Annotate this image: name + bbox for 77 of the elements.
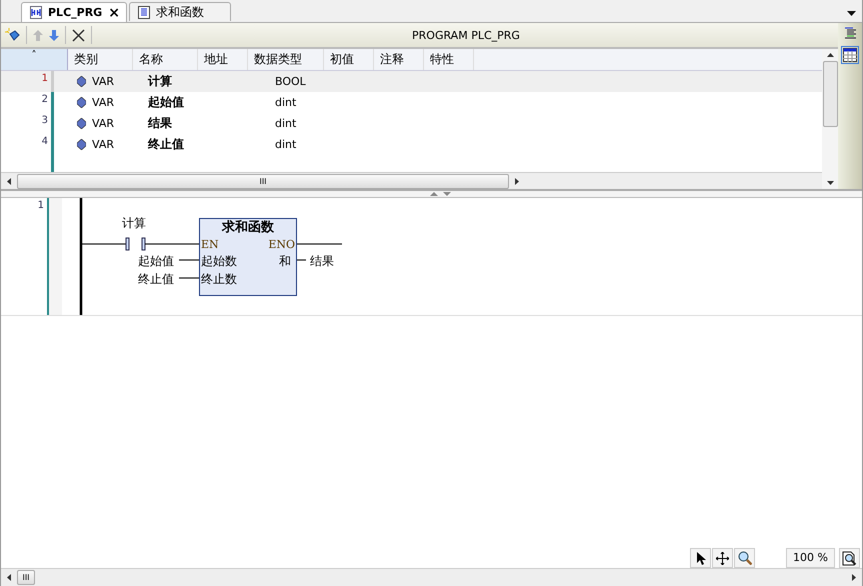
variable-icon xyxy=(77,139,86,150)
table-cell-text: 起始值 xyxy=(147,94,185,111)
scroll-right-icon[interactable] xyxy=(515,178,519,184)
editor-tab[interactable]: PLC_PRG × xyxy=(21,2,127,22)
column-header[interactable]: 初值 xyxy=(324,49,374,70)
pin-label: ENO xyxy=(268,238,295,251)
new-variable-icon[interactable] xyxy=(5,28,20,42)
sort-indicator[interactable]: ˄ xyxy=(1,49,68,70)
close-button[interactable]: × xyxy=(108,4,120,20)
pointer-icon xyxy=(696,552,706,564)
table-icon xyxy=(843,48,857,62)
ladder-icon xyxy=(30,6,42,19)
variable-label: 结果 xyxy=(310,254,334,268)
dropdown-arrow-icon[interactable] xyxy=(847,11,856,16)
select-tool-button[interactable] xyxy=(690,548,712,568)
line-number: 3 xyxy=(40,114,49,126)
block-title: 求和函数 xyxy=(222,220,274,235)
contact-label: 计算 xyxy=(122,216,146,230)
column-header[interactable]: 特性 xyxy=(424,49,474,70)
zoom-level[interactable]: 100 % xyxy=(786,548,835,568)
delete-icon[interactable] xyxy=(72,28,85,42)
table-cell: VAR xyxy=(92,96,114,109)
scroll-right-icon[interactable] xyxy=(852,574,856,581)
table-cell-text: dint xyxy=(274,117,298,130)
variable-label: 起始值 xyxy=(138,254,174,268)
scroll-left-icon[interactable] xyxy=(7,574,11,581)
line-number: 2 xyxy=(40,93,49,105)
column-header[interactable]: 名称 xyxy=(133,49,198,70)
table-cell: VAR xyxy=(92,117,114,130)
variable-icon xyxy=(77,118,86,129)
network-number: 1 xyxy=(36,199,45,211)
scrollbar-thumb[interactable]: III xyxy=(17,570,35,585)
pin-label: 终止数 xyxy=(201,272,237,286)
zoom-fit-button[interactable] xyxy=(839,548,860,568)
move-icon xyxy=(716,552,730,564)
table-cell-text: BOOL xyxy=(274,75,307,88)
column-header[interactable]: 类别 xyxy=(68,49,133,70)
move-down-icon[interactable] xyxy=(49,30,59,40)
variable-label: 终止值 xyxy=(138,272,174,286)
variable-row[interactable]: 1 VAR 计算 BOOL xyxy=(1,71,822,92)
variable-icon xyxy=(77,76,86,87)
document-icon xyxy=(138,6,150,18)
pin-label: 起始数 xyxy=(201,254,237,268)
variable-row[interactable]: 2 VAR 起始值 dint xyxy=(1,92,822,113)
scroll-down-icon[interactable] xyxy=(826,181,834,185)
pin-label: 和 xyxy=(279,254,291,268)
zoom-tool-button[interactable] xyxy=(734,548,756,568)
variable-row[interactable]: 3 VAR 结果 dint xyxy=(1,113,822,134)
vertical-scrollbar[interactable] xyxy=(822,49,838,189)
function-block[interactable] xyxy=(199,218,297,296)
variable-icon xyxy=(77,97,86,108)
magnifier-icon xyxy=(738,551,752,565)
table-cell-text: 终止值 xyxy=(146,136,185,153)
column-header[interactable]: 注释 xyxy=(374,49,424,70)
table-cell-text: 结果 xyxy=(146,115,173,132)
editor-tab[interactable]: 求和函数 xyxy=(128,2,231,21)
line-number: 4 xyxy=(40,135,49,147)
page-magnifier-icon xyxy=(842,550,857,566)
table-view-button[interactable] xyxy=(841,46,859,64)
pan-tool-button[interactable] xyxy=(712,548,734,568)
expand-collapse-icon[interactable] xyxy=(430,191,452,197)
scroll-left-icon[interactable] xyxy=(7,178,11,184)
scrollbar-thumb[interactable]: III xyxy=(17,174,509,188)
table-cell-text: dint xyxy=(274,138,298,151)
table-cell: VAR xyxy=(92,138,114,151)
text-view-icon[interactable] xyxy=(844,27,856,40)
column-header[interactable]: 数据类型 xyxy=(248,49,324,70)
column-header[interactable]: 地址 xyxy=(198,49,248,70)
contact-symbol[interactable] xyxy=(82,238,200,250)
table-cell-text: dint xyxy=(274,96,298,109)
pin-label: EN xyxy=(201,238,219,251)
table-cell-text: 计算 xyxy=(146,73,173,90)
scroll-up-icon[interactable] xyxy=(826,53,834,57)
variable-row[interactable]: 4 VAR 终止值 dint xyxy=(1,134,822,155)
declaration-title: PROGRAM PLC_PRG xyxy=(411,28,521,42)
line-number: 1 xyxy=(40,72,49,84)
table-cell: VAR xyxy=(92,75,114,88)
